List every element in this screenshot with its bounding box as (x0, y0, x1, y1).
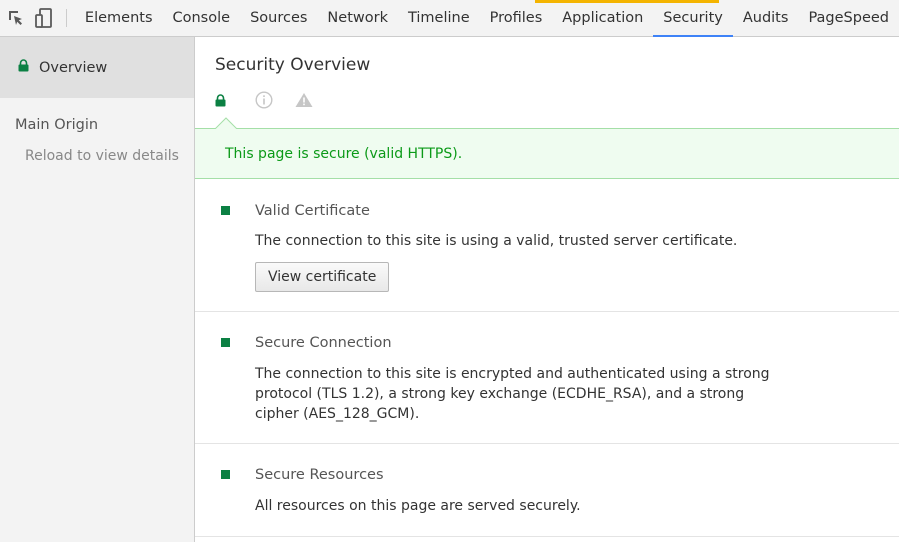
banner-pointer (215, 117, 237, 129)
toolbar-separator (65, 9, 67, 27)
tab-pagespeed[interactable]: PageSpeed (798, 0, 899, 36)
view-certificate-button[interactable]: View certificate (255, 262, 390, 292)
warning-icon (295, 92, 335, 108)
section-title: Valid Certificate (255, 203, 370, 219)
section-text: All resources on this page are served se… (255, 498, 581, 514)
section-title: Secure Resources (255, 467, 384, 483)
secure-status-text: This page is secure (valid HTTPS). (225, 145, 463, 162)
section-secure-connection: Secure Connection The connection to this… (195, 312, 899, 444)
status-indicator (221, 338, 230, 347)
sidebar-item-label: Overview (39, 59, 108, 76)
tab-console[interactable]: Console (163, 0, 241, 36)
tab-elements[interactable]: Elements (75, 0, 163, 36)
secure-status-banner: This page is secure (valid HTTPS). (195, 128, 899, 179)
tab-network[interactable]: Network (317, 0, 398, 36)
section-text: The connection to this site is encrypted… (255, 366, 770, 422)
security-main-panel: Security Overview This page is secure (v… (195, 37, 899, 542)
section-secure-resources: Secure Resources All resources on this p… (195, 444, 899, 537)
security-summary-icons (215, 91, 335, 109)
tab-timeline[interactable]: Timeline (398, 0, 480, 36)
tab-sources[interactable]: Sources (240, 0, 317, 36)
top-accent-bar (535, 0, 719, 3)
lock-icon (215, 93, 255, 107)
inspect-element-icon[interactable] (2, 0, 30, 36)
status-indicator (221, 470, 230, 479)
devtools-toolbar: Elements Console Sources Network Timelin… (0, 0, 899, 37)
section-title: Secure Connection (255, 335, 392, 351)
panel-tabs: Elements Console Sources Network Timelin… (75, 0, 899, 37)
sidebar-reload-hint: Reload to view details (25, 148, 179, 164)
tab-security[interactable]: Security (653, 0, 733, 37)
tab-profiles[interactable]: Profiles (480, 0, 553, 36)
device-toolbar-icon[interactable] (30, 0, 58, 36)
section-text: The connection to this site is using a v… (255, 233, 738, 249)
status-indicator (221, 206, 230, 215)
security-sidebar: Overview Main Origin Reload to view deta… (0, 37, 195, 542)
tab-audits[interactable]: Audits (733, 0, 799, 36)
tab-application[interactable]: Application (552, 0, 653, 36)
page-title: Security Overview (215, 55, 371, 75)
sidebar-item-overview[interactable]: Overview (0, 37, 194, 98)
lock-icon (18, 59, 29, 76)
section-valid-certificate: Valid Certificate The connection to this… (195, 180, 899, 312)
sidebar-main-origin-heading: Main Origin (15, 117, 99, 133)
info-icon (255, 91, 295, 109)
